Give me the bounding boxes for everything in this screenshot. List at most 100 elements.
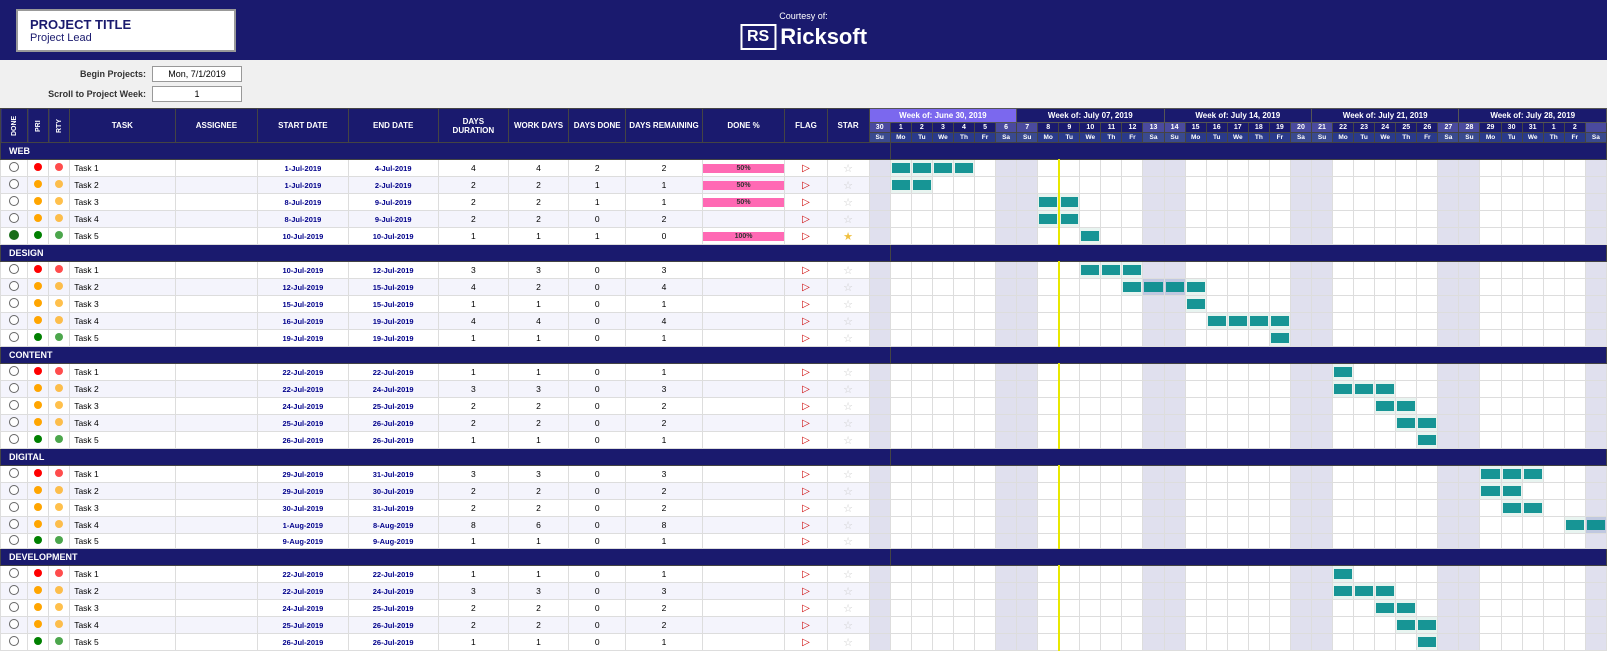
flag[interactable]: ▷: [785, 177, 827, 194]
gantt-cell-4: [953, 313, 974, 330]
star[interactable]: ☆: [827, 262, 869, 279]
star[interactable]: ☆: [827, 483, 869, 500]
flag[interactable]: ▷: [785, 500, 827, 517]
star[interactable]: ★: [827, 228, 869, 245]
flag[interactable]: ▷: [785, 160, 827, 177]
gantt-cell-10: [1080, 194, 1101, 211]
gantt-cell-17: [1227, 617, 1248, 634]
star[interactable]: ☆: [827, 177, 869, 194]
day-num-w3-d1: 22: [1333, 123, 1354, 133]
gantt-cell-34: [1585, 228, 1606, 245]
priority-rty: [49, 228, 70, 245]
star[interactable]: ☆: [827, 634, 869, 651]
star[interactable]: ☆: [827, 330, 869, 347]
flag[interactable]: ▷: [785, 296, 827, 313]
flag[interactable]: ▷: [785, 381, 827, 398]
star[interactable]: ☆: [827, 160, 869, 177]
flag[interactable]: ▷: [785, 194, 827, 211]
gantt-cell-12: [1122, 313, 1143, 330]
section-header: CONTENT: [1, 347, 891, 364]
gantt-cell-21: [1311, 583, 1332, 600]
gantt-cell-9: [1059, 483, 1080, 500]
star[interactable]: ☆: [827, 381, 869, 398]
flag[interactable]: ▷: [785, 534, 827, 549]
star[interactable]: ☆: [827, 566, 869, 583]
gantt-cell-20: [1290, 583, 1311, 600]
flag[interactable]: ▷: [785, 617, 827, 634]
gantt-cell-31: [1522, 415, 1543, 432]
flag[interactable]: ▷: [785, 415, 827, 432]
begin-value[interactable]: Mon, 7/1/2019: [152, 66, 242, 82]
star[interactable]: ☆: [827, 398, 869, 415]
end-date: 22-Jul-2019: [348, 566, 438, 583]
flag[interactable]: ▷: [785, 566, 827, 583]
star[interactable]: ☆: [827, 617, 869, 634]
gantt-cell-15: [1185, 600, 1206, 617]
priority-rty: [49, 398, 70, 415]
gantt-cell-27: [1438, 228, 1459, 245]
gantt-cell-18: [1248, 228, 1269, 245]
flag[interactable]: ▷: [785, 600, 827, 617]
gantt-cell-0: [869, 432, 890, 449]
task-name: Task 5: [70, 228, 175, 245]
gantt-cell-4: [953, 330, 974, 347]
star[interactable]: ☆: [827, 583, 869, 600]
gantt-cell-24: [1375, 330, 1396, 347]
gantt-cell-20: [1290, 194, 1311, 211]
flag[interactable]: ▷: [785, 517, 827, 534]
star[interactable]: ☆: [827, 432, 869, 449]
star[interactable]: ☆: [827, 364, 869, 381]
star[interactable]: ☆: [827, 534, 869, 549]
gantt-cell-16: [1206, 160, 1227, 177]
gantt-cell-21: [1311, 313, 1332, 330]
star[interactable]: ☆: [827, 517, 869, 534]
star[interactable]: ☆: [827, 279, 869, 296]
gantt-cell-6: [996, 500, 1017, 517]
gantt-cell-22: [1333, 517, 1354, 534]
work-days: 3: [508, 381, 568, 398]
star[interactable]: ☆: [827, 296, 869, 313]
flag[interactable]: ▷: [785, 466, 827, 483]
star[interactable]: ☆: [827, 500, 869, 517]
flag[interactable]: ▷: [785, 398, 827, 415]
star[interactable]: ☆: [827, 415, 869, 432]
flag[interactable]: ▷: [785, 313, 827, 330]
gantt-cell-25: [1396, 398, 1417, 415]
star[interactable]: ☆: [827, 466, 869, 483]
gantt-cell-12: [1122, 566, 1143, 583]
flag[interactable]: ▷: [785, 432, 827, 449]
flag[interactable]: ▷: [785, 330, 827, 347]
flag[interactable]: ▷: [785, 483, 827, 500]
gantt-cell-30: [1501, 330, 1522, 347]
star[interactable]: ☆: [827, 194, 869, 211]
gantt-cell-34: [1585, 415, 1606, 432]
gantt-cell-14: [1164, 583, 1185, 600]
flag[interactable]: ▷: [785, 634, 827, 651]
gantt-cell-20: [1290, 262, 1311, 279]
days-remaining: 2: [626, 398, 702, 415]
star[interactable]: ☆: [827, 313, 869, 330]
day-name-w0-d1: Mo: [890, 133, 911, 143]
gantt-cell-27: [1438, 617, 1459, 634]
flag[interactable]: ▷: [785, 364, 827, 381]
gantt-cell-30: [1501, 313, 1522, 330]
gantt-cell-34: [1585, 313, 1606, 330]
gantt-cell-17: [1227, 600, 1248, 617]
work-days: 3: [508, 583, 568, 600]
priority-color: [28, 500, 49, 517]
star[interactable]: ☆: [827, 211, 869, 228]
flag[interactable]: ▷: [785, 279, 827, 296]
flag[interactable]: ▷: [785, 262, 827, 279]
gantt-cell-14: [1164, 381, 1185, 398]
scroll-value[interactable]: 1: [152, 86, 242, 102]
assignee: [175, 313, 258, 330]
flag[interactable]: ▷: [785, 228, 827, 245]
gantt-cell-32: [1543, 583, 1564, 600]
gantt-cell-29: [1480, 634, 1501, 651]
star[interactable]: ☆: [827, 600, 869, 617]
gantt-cell-6: [996, 534, 1017, 549]
flag[interactable]: ▷: [785, 211, 827, 228]
flag[interactable]: ▷: [785, 583, 827, 600]
days-duration: 2: [438, 500, 508, 517]
gantt-cell-13: [1143, 432, 1164, 449]
